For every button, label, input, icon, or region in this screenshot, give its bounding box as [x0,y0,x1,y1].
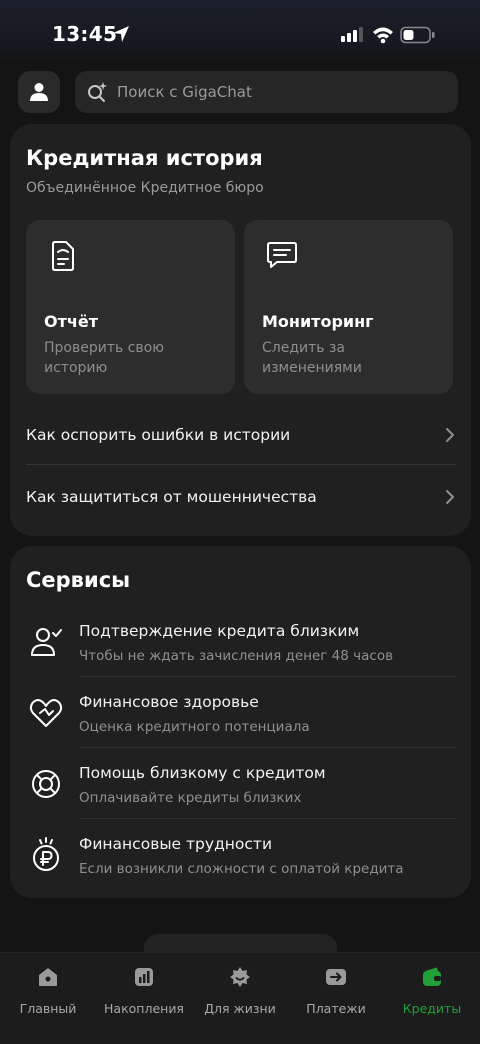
chevron-right-icon [446,428,454,442]
lifebuoy-icon [32,770,60,798]
monitoring-tile-description: Следить за изменениями [262,340,362,376]
chart-icon [135,968,153,986]
document-icon [52,241,74,271]
report-tile-title: Отчёт [44,312,98,331]
report-tile[interactable]: Отчёт Проверить свою историю [26,220,235,394]
home-icon [39,968,57,986]
link-divider [26,464,456,465]
services-title: Сервисы [26,568,131,592]
message-icon [267,242,297,268]
tab-label: Платежи [306,1001,366,1016]
chevron-right-icon [446,490,454,504]
services-card: Сервисы Подтверждение кредита близким Чт… [10,546,471,898]
service-item-financial-difficulties[interactable]: Финансовые трудности Если возникли сложн… [26,825,456,895]
top-bar: Поиск с GigaChat [0,64,480,122]
report-tile-description: Проверить свою историю [44,340,164,376]
service-divider [79,818,456,819]
service-item-financial-health[interactable]: Финансовое здоровье Оценка кредитного по… [26,683,456,753]
tab-label: Для жизни [204,1001,276,1016]
service-subtitle: Оценка кредитного потенциала [79,719,310,735]
wifi-icon [373,27,393,44]
tab-for-life[interactable]: Для жизни [192,963,288,1023]
user-icon [30,83,48,101]
battery-icon [400,26,435,44]
service-divider [79,676,456,677]
service-divider [79,747,456,748]
service-subtitle: Оплачивайте кредиты близких [79,790,302,806]
credit-history-subtitle: Объединённое Кредитное бюро [26,180,264,196]
tab-label: Кредиты [402,1001,462,1016]
cellular-signal-icon [341,27,363,42]
profile-button[interactable] [18,71,60,113]
service-title: Финансовые трудности [79,835,273,853]
search-placeholder: Поиск с GigaChat [117,83,252,101]
search-input[interactable]: Поиск с GigaChat [75,71,458,113]
tab-label: Главный [19,1001,77,1016]
monitoring-tile-title: Мониторинг [262,312,374,331]
dispute-errors-label: Как оспорить ошибки в истории [26,426,291,444]
status-bar: 13:45 [0,0,480,64]
tab-label: Накопления [104,1001,184,1016]
credit-history-card: Кредитная история Объединённое Кредитное… [10,124,471,536]
service-title: Финансовое здоровье [79,693,259,711]
service-subtitle: Если возникли сложности с оплатой кредит… [79,861,404,877]
dispute-errors-link[interactable]: Как оспорить ошибки в истории [26,407,456,463]
gift-icon [230,967,250,987]
fraud-protection-label: Как защититься от мошенничества [26,488,317,506]
credit-history-title: Кредитная история [26,146,263,170]
location-arrow-icon [113,26,129,42]
person-check-icon [31,628,62,656]
fraud-protection-link[interactable]: Как защититься от мошенничества [26,469,456,525]
wallet-icon [423,967,441,986]
service-item-loan-confirmation[interactable]: Подтверждение кредита близким Чтобы не ж… [26,612,456,682]
ruble-coin-icon [33,837,59,871]
tab-savings[interactable]: Накопления [96,963,192,1023]
status-time: 13:45 [52,22,118,46]
service-subtitle: Чтобы не ждать зачисления денег 48 часов [79,648,394,664]
tab-credits[interactable]: Кредиты [384,963,480,1023]
tab-payments[interactable]: Платежи [288,963,384,1023]
gigachat-search-icon [88,82,107,102]
arrow-icon [326,969,346,985]
tab-bar: Главный Накопления Для жизни Платежи Кре… [0,952,480,1044]
service-title: Подтверждение кредита близким [79,622,360,640]
monitoring-tile[interactable]: Мониторинг Следить за изменениями [244,220,453,394]
heart-icon [29,699,63,727]
service-item-help-loved-one[interactable]: Помощь близкому с кредитом Оплачивайте к… [26,754,456,824]
tab-home[interactable]: Главный [0,963,96,1023]
service-title: Помощь близкому с кредитом [79,764,326,782]
